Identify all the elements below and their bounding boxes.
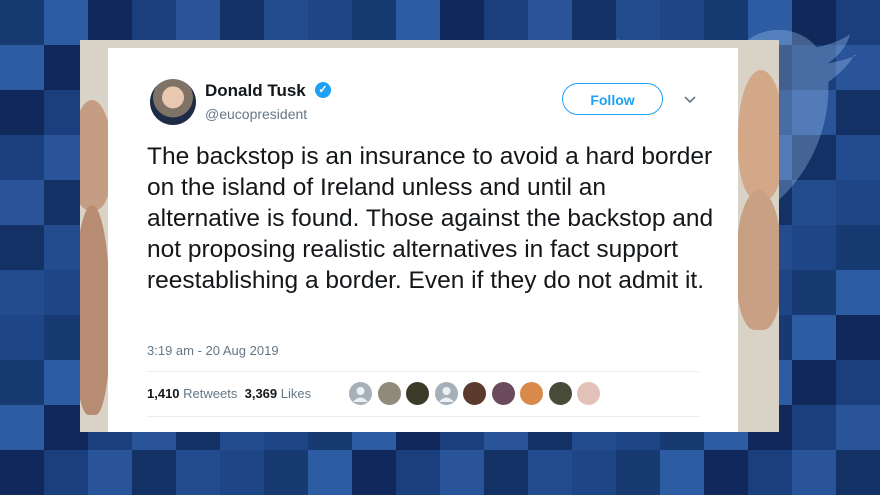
chevron-down-icon[interactable] [683, 92, 697, 106]
tweet-text: The backstop is an insurance to avoid a … [147, 143, 714, 294]
liker-avatar[interactable] [433, 381, 459, 406]
liker-avatar[interactable] [376, 381, 402, 406]
person-right-1 [738, 70, 779, 200]
tweet-card: Donald Tusk ✓ @eucopresident Follow The … [108, 48, 738, 432]
author-name[interactable]: Donald Tusk [205, 81, 306, 101]
liker-avatar[interactable] [405, 381, 430, 406]
tweet-timestamp[interactable]: 3:19 am - 20 Aug 2019 [147, 343, 279, 358]
liker-avatar[interactable] [547, 381, 573, 406]
follow-button[interactable]: Follow [562, 83, 663, 115]
divider [147, 371, 699, 372]
tweet-stats: 1,410 Retweets 3,369 Likes [147, 386, 311, 401]
retweets-count[interactable]: 1,410 [147, 386, 180, 401]
author-avatar[interactable] [150, 79, 196, 125]
likes-label[interactable]: Likes [281, 386, 311, 401]
liker-avatar[interactable] [519, 381, 544, 406]
person-right-2 [736, 190, 779, 330]
verified-badge-icon: ✓ [315, 82, 331, 98]
retweets-label[interactable]: Retweets [183, 386, 237, 401]
author-handle[interactable]: @eucopresident [205, 106, 307, 122]
liker-avatar[interactable] [348, 381, 373, 406]
likes-count[interactable]: 3,369 [245, 386, 278, 401]
liker-avatar[interactable] [490, 381, 516, 406]
liker-avatar[interactable] [576, 381, 601, 406]
person-left-2 [80, 205, 110, 415]
liker-avatar[interactable] [462, 381, 487, 406]
divider [147, 416, 699, 417]
